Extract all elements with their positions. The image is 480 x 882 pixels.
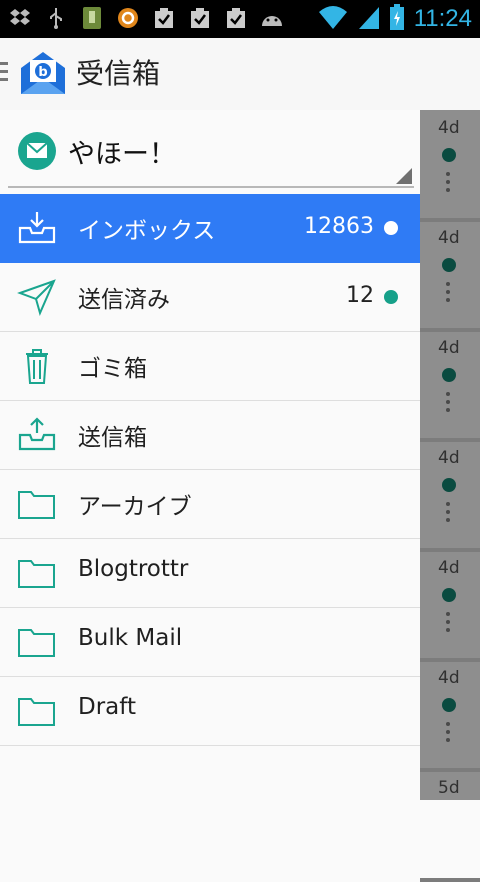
unread-dot xyxy=(384,290,398,304)
wifi-icon xyxy=(318,4,348,34)
folder-label: 送信箱 xyxy=(78,425,147,451)
android-icon xyxy=(260,6,284,30)
message-age: 4d xyxy=(438,668,460,688)
message-age: 4d xyxy=(438,558,460,578)
folder-label: アーカイブ xyxy=(78,494,192,520)
inbox-icon xyxy=(16,208,58,248)
unread-dot xyxy=(442,258,456,272)
folder-item-trash[interactable]: ゴミ箱 xyxy=(0,332,420,401)
unread-count: 12863 xyxy=(304,214,374,239)
battery-icon xyxy=(389,4,404,34)
more-options-icon xyxy=(446,392,450,416)
folder-label: Bulk Mail xyxy=(78,625,183,651)
folder-label: インボックス xyxy=(78,218,216,244)
folder-label: ゴミ箱 xyxy=(78,356,147,382)
unread-dot xyxy=(442,698,456,712)
unread-count: 12 xyxy=(346,283,374,308)
status-bar: 11:24 xyxy=(0,0,480,38)
unread-dot xyxy=(384,221,398,235)
more-options-icon xyxy=(446,282,450,306)
task-check-icon xyxy=(188,6,212,30)
message-list-item: 4d xyxy=(420,660,480,772)
folder-item-archive[interactable]: アーカイブ xyxy=(0,470,420,539)
account-divider xyxy=(8,186,414,188)
navigation-drawer: やほー！ インボックス 12863 送信済み 12 ゴミ箱 送信箱 アーカイブ … xyxy=(0,110,420,800)
page-title: 受信箱 xyxy=(76,57,161,90)
folder-label: Draft xyxy=(78,694,136,720)
message-list-item: 4d xyxy=(420,110,480,222)
task-check-icon xyxy=(224,6,248,30)
message-age: 4d xyxy=(438,448,460,468)
folder-icon xyxy=(16,622,58,662)
app-logo-icon[interactable]: b xyxy=(18,48,68,98)
message-list-background: 4d 4d 4d 4d 4d 4d 5d xyxy=(420,110,480,882)
unread-dot xyxy=(442,478,456,492)
more-options-icon xyxy=(446,612,450,636)
unread-dot xyxy=(442,588,456,602)
message-list-item: 5d xyxy=(420,770,480,882)
message-list-item: 4d xyxy=(420,220,480,332)
message-list-item: 4d xyxy=(420,330,480,442)
account-name: やほー！ xyxy=(68,139,176,170)
message-age: 4d xyxy=(438,228,460,248)
svg-text:b: b xyxy=(38,65,47,80)
more-options-icon xyxy=(446,722,450,746)
usb-icon xyxy=(44,6,68,30)
dropbox-icon xyxy=(8,6,32,30)
message-list-item: 4d xyxy=(420,440,480,552)
folder-label: 送信済み xyxy=(78,287,170,313)
send-icon xyxy=(16,277,58,317)
folder-item-outbox[interactable]: 送信箱 xyxy=(0,401,420,470)
system-icons: 11:24 xyxy=(318,4,472,34)
folder-label: Blogtrottr xyxy=(78,556,189,582)
folder-icon xyxy=(16,553,58,593)
folder-item-sent[interactable]: 送信済み 12 xyxy=(0,263,420,332)
folder-icon xyxy=(16,484,58,524)
signal-icon xyxy=(358,4,380,34)
orange-app-icon xyxy=(116,6,140,30)
dropdown-arrow-icon xyxy=(396,168,412,184)
notification-icons xyxy=(8,6,284,30)
drawer-toggle-icon[interactable] xyxy=(0,62,8,86)
unread-dot xyxy=(442,148,456,162)
message-age: 5d xyxy=(438,778,460,798)
mail-envelope-icon xyxy=(18,132,56,170)
folder-item-bulk-mail[interactable]: Bulk Mail xyxy=(0,608,420,677)
folder-icon xyxy=(16,691,58,731)
message-age: 4d xyxy=(438,338,460,358)
app-bar: b 受信箱 xyxy=(0,38,480,111)
folder-item-draft[interactable]: Draft xyxy=(0,677,420,746)
folder-list: インボックス 12863 送信済み 12 ゴミ箱 送信箱 アーカイブ Blogt… xyxy=(0,194,420,746)
more-options-icon xyxy=(446,502,450,526)
folder-item-inbox[interactable]: インボックス 12863 xyxy=(0,194,420,263)
message-age: 4d xyxy=(438,118,460,138)
sd-card-icon xyxy=(80,6,104,30)
trash-icon xyxy=(16,346,58,386)
folder-item-blogtrottr[interactable]: Blogtrottr xyxy=(0,539,420,608)
account-selector[interactable]: やほー！ xyxy=(0,110,420,194)
task-check-icon xyxy=(152,6,176,30)
unread-dot xyxy=(442,368,456,382)
clock: 11:24 xyxy=(413,5,472,32)
outbox-icon xyxy=(16,415,58,455)
message-list-item: 4d xyxy=(420,550,480,662)
more-options-icon xyxy=(446,172,450,196)
